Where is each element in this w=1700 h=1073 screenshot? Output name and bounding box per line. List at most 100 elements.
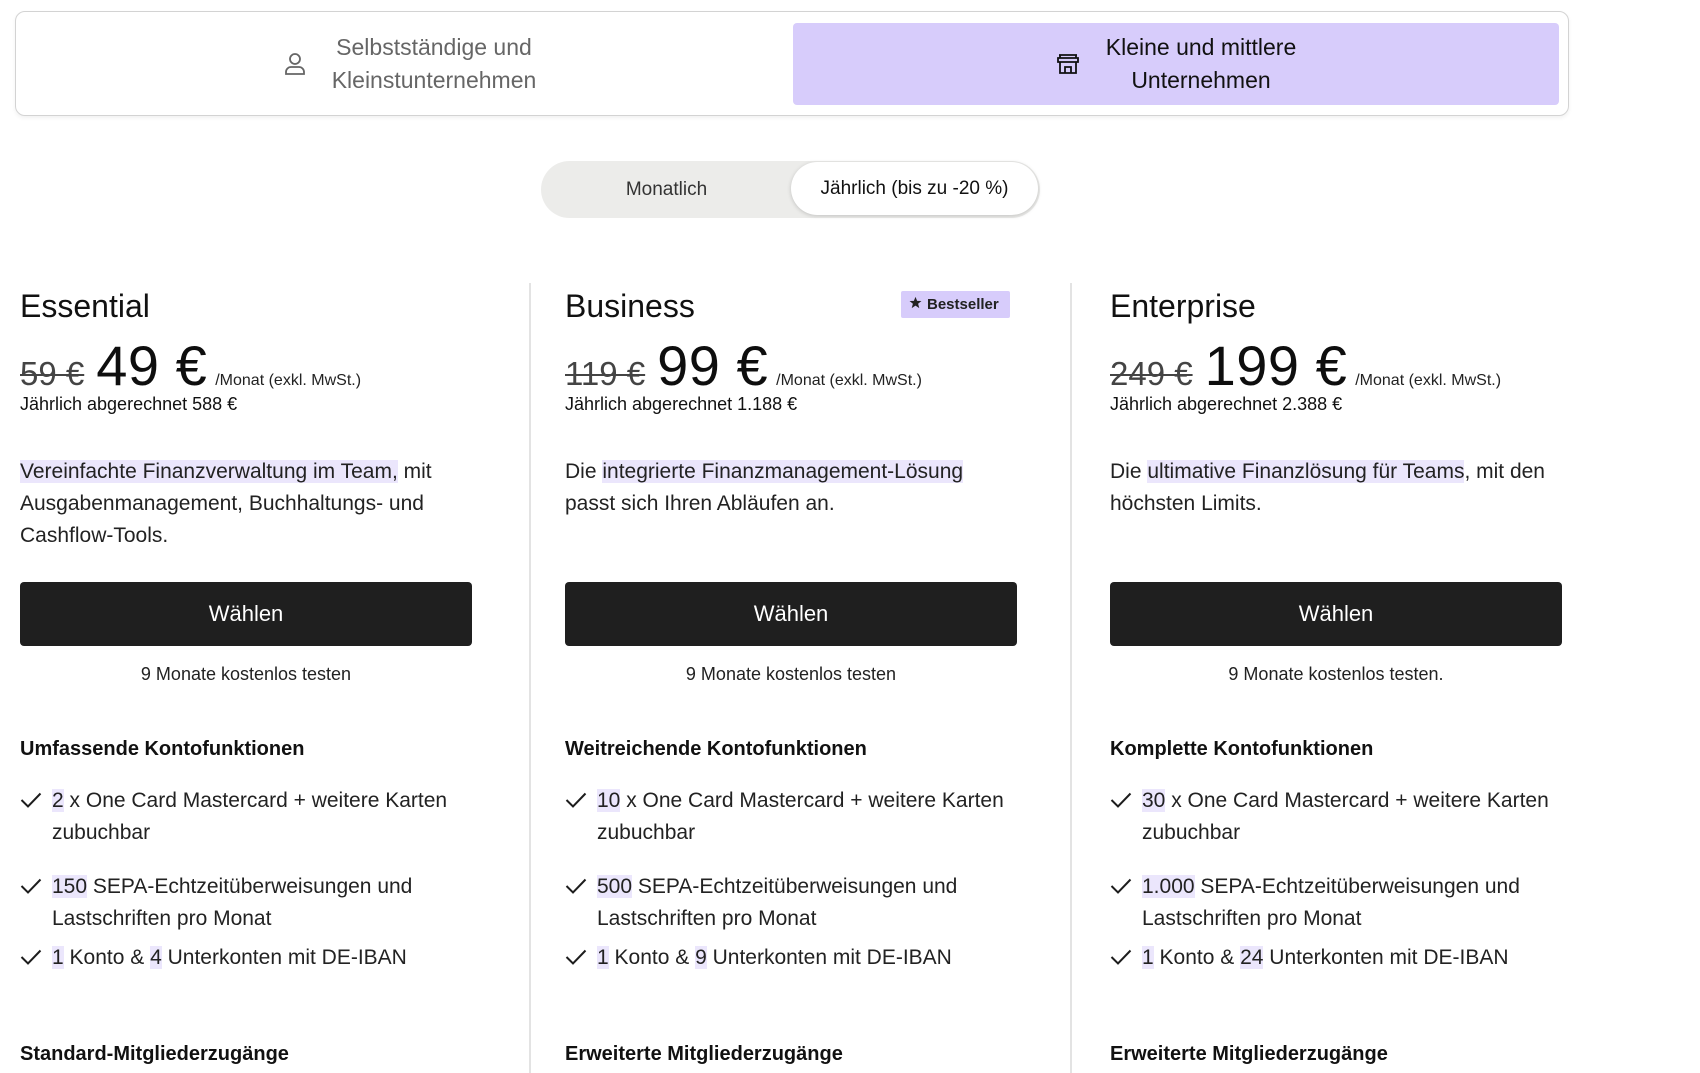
choose-button[interactable]: Wählen	[1110, 582, 1562, 646]
price-row: 59 € 49 € /Monat (exkl. MwSt.)	[20, 333, 361, 398]
feature-label: Unterkonten mit DE-IBAN	[1263, 946, 1509, 969]
price: 49 €	[96, 334, 208, 397]
feature-label: Unterkonten mit DE-IBAN	[161, 946, 407, 969]
description-prefix: Die	[565, 460, 603, 483]
feature-text: 500 SEPA-Echtzeitüberweisungen und Lasts…	[597, 871, 1025, 935]
feature-number: 1	[1142, 946, 1154, 969]
trial-note: 9 Monate kostenlos testen	[140, 664, 352, 684]
feature-item: 150 SEPA-Echtzeitüberweisungen und Lasts…	[20, 871, 480, 935]
feature-number: 24	[1240, 946, 1264, 969]
tab-freelancers[interactable]: Selbstständige und Kleinstunternehmen	[27, 23, 793, 105]
feature-label: x One Card Mastercard + weitere Karten z…	[1142, 789, 1549, 844]
feature-label: SEPA-Echtzeitüberweisungen und Lastschri…	[1142, 875, 1520, 930]
billing-monthly-option[interactable]: Monatlich	[541, 161, 792, 218]
feature-number: 10	[597, 789, 621, 812]
feature-label: Konto &	[1153, 946, 1241, 969]
feature-number: 2	[52, 789, 64, 812]
feature-label: Konto &	[608, 946, 696, 969]
section-heading: Weitreichende Kontofunktionen	[565, 738, 867, 760]
feature-number: 1	[52, 946, 64, 969]
feature-label: Konto &	[63, 946, 151, 969]
check-icon	[20, 785, 52, 849]
feature-label: x One Card Mastercard + weitere Karten z…	[52, 789, 448, 844]
feature-text: 1 Konto & 24 Unterkonten mit DE-IBAN	[1142, 942, 1509, 974]
feature-text: 1.000 SEPA-Echtzeitüberweisungen und Las…	[1142, 871, 1570, 935]
feature-label: x One Card Mastercard + weitere Karten z…	[597, 789, 1004, 844]
description-highlight: Vereinfachte Finanzverwaltung im Team,	[20, 460, 398, 483]
feature-text: 150 SEPA-Echtzeitüberweisungen und Lasts…	[52, 871, 480, 935]
column-divider	[1070, 283, 1072, 1073]
feature-number: 4	[150, 946, 162, 969]
section-heading: Standard-Mitgliederzugänge	[20, 1043, 289, 1065]
old-price: 249 €	[1110, 355, 1193, 392]
check-icon	[565, 785, 597, 849]
choose-button[interactable]: Wählen	[20, 582, 472, 646]
price-period: /Monat (exkl. MwSt.)	[776, 372, 922, 389]
feature-item: 10 x One Card Mastercard + weitere Karte…	[565, 785, 1025, 849]
bestseller-badge: Bestseller	[901, 291, 1010, 318]
billing-yearly-option[interactable]: Jährlich (bis zu -20 %)	[791, 162, 1038, 215]
old-price: 59 €	[20, 355, 85, 392]
billed-annually: Jährlich abgerechnet 1.188 €	[565, 394, 798, 414]
trial-note: 9 Monate kostenlos testen.	[1228, 664, 1444, 684]
section-heading: Erweiterte Mitgliederzugänge	[1110, 1043, 1388, 1065]
price-period: /Monat (exkl. MwSt.)	[1355, 372, 1502, 389]
feature-number: 150	[52, 875, 88, 898]
feature-number: 30	[1142, 789, 1166, 812]
check-icon	[565, 942, 597, 974]
feature-number: 9	[695, 946, 707, 969]
badge-label: Bestseller	[927, 296, 999, 313]
star-icon	[909, 296, 922, 313]
feature-item: 1 Konto & 24 Unterkonten mit DE-IBAN	[1110, 942, 1570, 974]
feature-text: 2 x One Card Mastercard + weitere Karten…	[52, 785, 480, 849]
section-heading: Erweiterte Mitgliederzugänge	[565, 1043, 843, 1065]
old-price: 119 €	[565, 355, 646, 392]
store-icon	[1056, 52, 1080, 76]
price-row: 249 € 199 € /Monat (exkl. MwSt.)	[1110, 333, 1501, 398]
feature-label: Unterkonten mit DE-IBAN	[706, 946, 952, 969]
tab-sme[interactable]: Kleine und mittlere Unternehmen	[793, 23, 1559, 105]
feature-text: 1 Konto & 9 Unterkonten mit DE-IBAN	[597, 942, 952, 974]
plan-name: Business	[565, 288, 695, 324]
feature-item: 1 Konto & 9 Unterkonten mit DE-IBAN	[565, 942, 1025, 974]
description-prefix: Die	[1110, 460, 1148, 483]
price: 99 €	[657, 334, 769, 397]
plan-description: Vereinfachte Finanzverwaltung im Team, m…	[20, 456, 470, 552]
column-divider	[529, 283, 531, 1073]
price: 199 €	[1204, 334, 1348, 397]
billed-annually: Jährlich abgerechnet 588 €	[20, 394, 238, 414]
description-suffix: passt sich Ihren Abläufen an.	[565, 492, 835, 515]
description-highlight: ultimative Finanzlösung für Teams	[1147, 460, 1465, 483]
price-row: 119 € 99 € /Monat (exkl. MwSt.)	[565, 333, 922, 398]
feature-item: 2 x One Card Mastercard + weitere Karten…	[20, 785, 480, 849]
person-icon	[284, 52, 306, 76]
section-heading: Umfassende Kontofunktionen	[20, 738, 305, 760]
feature-text: 10 x One Card Mastercard + weitere Karte…	[597, 785, 1025, 849]
feature-item: 1 Konto & 4 Unterkonten mit DE-IBAN	[20, 942, 480, 974]
feature-number: 500	[597, 875, 633, 898]
choose-button[interactable]: Wählen	[565, 582, 1017, 646]
tab-sme-label: Kleine und mittlere Unternehmen	[1105, 34, 1297, 93]
price-period: /Monat (exkl. MwSt.)	[215, 372, 362, 389]
feature-text: 1 Konto & 4 Unterkonten mit DE-IBAN	[52, 942, 407, 974]
feature-text: 30 x One Card Mastercard + weitere Karte…	[1142, 785, 1570, 849]
feature-number: 1	[597, 946, 609, 969]
check-icon	[1110, 785, 1142, 849]
feature-label: SEPA-Echtzeitüberweisungen und Lastschri…	[52, 875, 413, 930]
plan-name: Essential	[20, 288, 150, 324]
section-heading: Komplette Kontofunktionen	[1110, 738, 1374, 760]
description-highlight: integrierte Finanzmanagement-Lösung	[602, 460, 964, 483]
billing-period-toggle: Monatlich Jährlich (bis zu -20 %)	[541, 161, 1040, 218]
feature-number: 1.000	[1142, 875, 1195, 898]
plan-description: Die ultimative Finanzlösung für Teams, m…	[1110, 456, 1560, 520]
plan-description: Die integrierte Finanzmanagement-Lösung …	[565, 456, 1015, 520]
customer-type-selector: Selbstständige und Kleinstunternehmen Kl…	[15, 11, 1569, 116]
feature-item: 500 SEPA-Echtzeitüberweisungen und Lasts…	[565, 871, 1025, 935]
feature-label: SEPA-Echtzeitüberweisungen und Lastschri…	[597, 875, 958, 930]
feature-item: 30 x One Card Mastercard + weitere Karte…	[1110, 785, 1570, 849]
billed-annually: Jährlich abgerechnet 2.388 €	[1110, 394, 1343, 414]
trial-note: 9 Monate kostenlos testen	[685, 664, 897, 684]
check-icon	[565, 871, 597, 935]
check-icon	[1110, 942, 1142, 974]
check-icon	[20, 942, 52, 974]
